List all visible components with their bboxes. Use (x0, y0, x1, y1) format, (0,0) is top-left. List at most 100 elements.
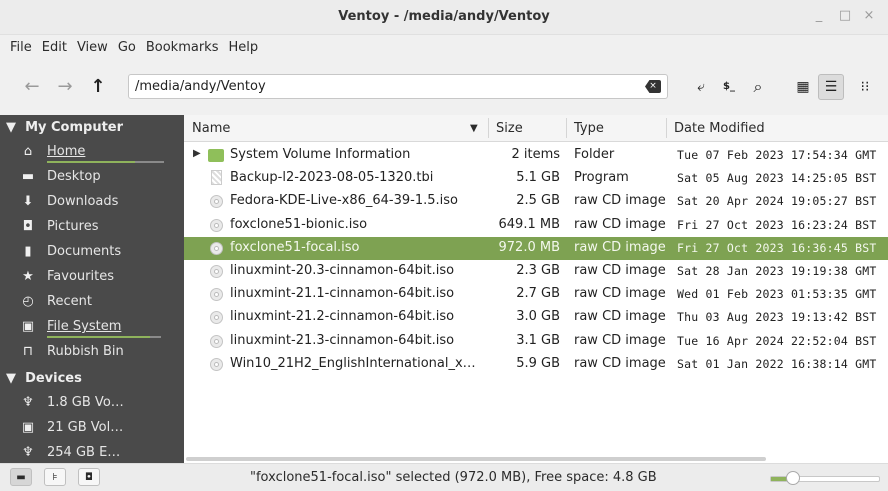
column-divider[interactable] (488, 118, 489, 138)
file-type: raw CD image (574, 286, 666, 302)
sidebar: ▼ My Computer ⌂ Home ▬ Desktop ⬇ Downloads … (0, 115, 184, 463)
close-button[interactable]: × (860, 7, 878, 25)
minimize-button[interactable]: _ (810, 7, 828, 25)
disk-usage-fill (47, 336, 150, 338)
location-bar[interactable]: /media/andy/Ventoy × (128, 74, 668, 99)
disc-image-icon (210, 334, 223, 348)
file-date: Thu 03 Aug 2023 19:13:42 BST (677, 310, 877, 325)
file-name: linuxmint-21.1-cinnamon-64bit.iso (230, 286, 455, 302)
file-name: Fedora-KDE-Live-x86_64-39-1.5.iso (230, 193, 458, 209)
forward-button[interactable]: → (53, 74, 77, 100)
home-icon: ⌂ (23, 144, 33, 159)
file-size: 972.0 MB (498, 239, 560, 255)
table-row[interactable]: foxclone51-focal.iso 972.0 MB raw CD image… (184, 236, 888, 260)
table-row[interactable]: Win10_21H2_EnglishInternational_x… 5.9 GB… (184, 353, 888, 376)
file-date: Sat 28 Jan 2023 19:19:38 GMT (677, 264, 877, 278)
sidebar-item-file-system[interactable]: ▣ File System (20, 317, 180, 339)
drive-icon: ▣ (21, 319, 35, 334)
status-bar: ▬ ⊧ ◘ "foxclone51-focal.iso" selected (9… (0, 463, 888, 491)
file-date: Sat 20 Apr 2024 19:05:27 BST (677, 194, 877, 209)
sidebar-item-label: Pictures (47, 219, 99, 234)
clear-location-icon[interactable]: × (645, 80, 661, 93)
up-button[interactable]: ↑ (86, 74, 110, 100)
search-icon[interactable]: ⌕ (745, 74, 771, 100)
file-size: 5.1 GB (516, 170, 560, 186)
table-row[interactable]: linuxmint-20.3-cinnamon-64bit.iso 2.3 GB r… (184, 260, 888, 283)
menu-help[interactable]: Help (223, 37, 263, 59)
column-name[interactable]: Name (192, 121, 230, 136)
sidebar-section-my-computer[interactable]: ▼ My Computer (6, 120, 123, 135)
sidebar-item-favourites[interactable]: ★ Favourites (20, 267, 180, 289)
sidebar-item-recent[interactable]: ◴ Recent (20, 292, 180, 314)
file-type: raw CD image (574, 193, 666, 209)
sidebar-item-label: Rubbish Bin (47, 344, 124, 359)
disc-image-icon (210, 241, 223, 255)
clock-icon: ◴ (22, 294, 34, 309)
camera-icon: ◘ (22, 219, 34, 234)
sidebar-item-documents[interactable]: ▮ Documents (20, 242, 180, 264)
title-bar: Ventoy - /media/andy/Ventoy _ □ × (0, 0, 888, 35)
zoom-slider[interactable] (770, 471, 880, 485)
expand-triangle-icon: ▼ (6, 120, 16, 135)
toggle-location-icon[interactable]: ⤶ (688, 74, 714, 100)
table-row[interactable]: linuxmint-21.2-cinnamon-64bit.iso 3.0 GB r… (184, 306, 888, 329)
sidebar-item-pictures[interactable]: ◘ Pictures (20, 217, 180, 239)
file-type: raw CD image (574, 332, 666, 348)
compact-view-icon[interactable]: ⁝⁝ (852, 74, 878, 100)
sidebar-item-device-2[interactable]: ▣ 21 GB Vol… (20, 418, 180, 440)
disc-image-icon (210, 357, 223, 371)
show-places-icon[interactable]: ▬ (10, 468, 32, 486)
column-type[interactable]: Type (574, 121, 604, 136)
sort-descending-icon[interactable]: ▼ (470, 123, 478, 134)
list-view-icon[interactable]: ☰ (818, 74, 844, 100)
location-path: /media/andy/Ventoy (135, 79, 266, 94)
sidebar-item-label: Recent (47, 294, 92, 309)
column-date-modified[interactable]: Date Modified (674, 121, 765, 136)
hide-sidebar-icon[interactable]: ◘ (78, 468, 100, 486)
sidebar-item-device-1[interactable]: ♆ 1.8 GB Vo… (20, 393, 180, 415)
sidebar-item-rubbish-bin[interactable]: ⊓ Rubbish Bin (20, 342, 180, 364)
file-date: Fri 27 Oct 2023 16:36:45 BST (677, 240, 877, 255)
menu-go[interactable]: Go (113, 37, 141, 59)
file-size: 2.7 GB (516, 286, 560, 302)
table-row[interactable]: linuxmint-21.1-cinnamon-64bit.iso 2.7 GB r… (184, 283, 888, 306)
sidebar-item-downloads[interactable]: ⬇ Downloads (20, 192, 180, 214)
sidebar-item-label: 21 GB Vol… (47, 420, 124, 435)
file-date: Fri 27 Oct 2023 16:23:24 BST (677, 217, 877, 232)
file-type: Program (574, 170, 629, 186)
show-tree-icon[interactable]: ⊧ (44, 468, 66, 486)
table-row[interactable]: linuxmint-21.3-cinnamon-64bit.iso 3.1 GB r… (184, 330, 888, 353)
maximize-button[interactable]: □ (836, 7, 854, 25)
column-divider[interactable] (666, 118, 667, 138)
table-row[interactable]: ▶ System Volume Information 2 items Folder T… (184, 144, 888, 167)
zoom-slider-handle[interactable] (785, 471, 800, 485)
column-size[interactable]: Size (496, 121, 523, 136)
menu-file[interactable]: File (0, 37, 37, 59)
icon-view-icon[interactable]: ▦ (790, 74, 816, 100)
sidebar-item-home[interactable]: ⌂ Home (20, 142, 180, 164)
table-row[interactable]: foxclone51-bionic.iso 649.1 MB raw CD imag… (184, 214, 888, 237)
file-name: Win10_21H2_EnglishInternational_x… (230, 355, 476, 371)
sidebar-item-device-3[interactable]: ♆ 254 GB E… (20, 443, 180, 463)
terminal-icon[interactable]: $_ (716, 74, 742, 100)
desktop-icon: ▬ (21, 169, 35, 184)
menu-view[interactable]: View (72, 37, 113, 59)
table-row[interactable]: Fedora-KDE-Live-x86_64-39-1.5.iso 2.5 GB r… (184, 190, 888, 213)
back-button[interactable]: ← (20, 74, 44, 100)
expand-triangle-icon[interactable]: ▶ (193, 148, 201, 159)
column-header: Name ▼ Size Type Date Modified (184, 115, 888, 142)
file-type: raw CD image (574, 355, 666, 371)
file-date: Tue 16 Apr 2024 22:52:04 BST (677, 333, 877, 348)
status-text: "foxclone51-focal.iso" selected (972.0 M… (250, 470, 657, 485)
file-name: System Volume Information (230, 147, 411, 162)
disc-image-icon (210, 195, 223, 209)
table-row[interactable]: Backup-l2-2023-08-05-1320.tbi 5.1 GB Progr… (184, 167, 888, 190)
sidebar-section-devices[interactable]: ▼ Devices (6, 371, 82, 386)
disc-image-icon (210, 288, 223, 302)
menu-edit[interactable]: Edit (37, 37, 72, 59)
menu-bookmarks[interactable]: Bookmarks (141, 37, 224, 59)
sidebar-item-desktop[interactable]: ▬ Desktop (20, 167, 180, 189)
file-type: raw CD image (574, 309, 666, 325)
horizontal-scrollbar[interactable] (186, 457, 766, 461)
column-divider[interactable] (566, 118, 567, 138)
